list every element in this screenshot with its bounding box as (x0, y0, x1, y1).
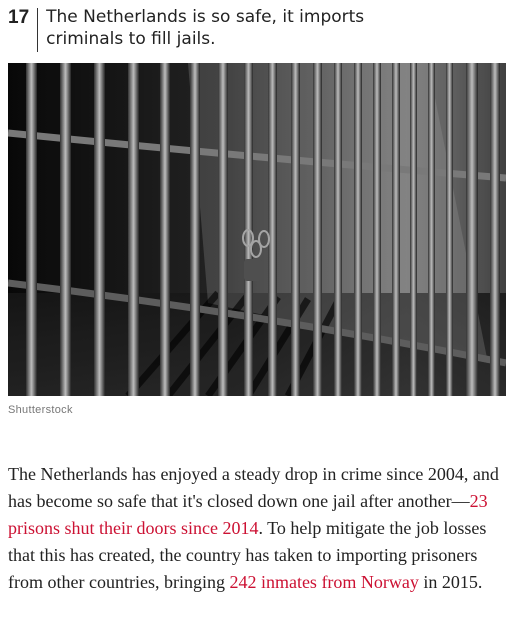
image-credit: Shutterstock (8, 404, 73, 416)
item-title: The Netherlands is so safe, it imports c… (46, 7, 365, 49)
jail-bars-photo (8, 63, 506, 396)
jail-bars-illustration-icon (8, 63, 506, 396)
article-text-part-3: in 2015. (418, 572, 483, 592)
article-text-part-1: The Netherlands has enjoyed a steady dro… (8, 464, 499, 511)
list-item-heading: 17 The Netherlands is so safe, it import… (8, 6, 508, 52)
item-number: 17 (8, 7, 30, 28)
norway-inmates-link[interactable]: 242 inmates from Norway (229, 572, 418, 592)
article-paragraph: The Netherlands has enjoyed a steady dro… (8, 461, 508, 596)
